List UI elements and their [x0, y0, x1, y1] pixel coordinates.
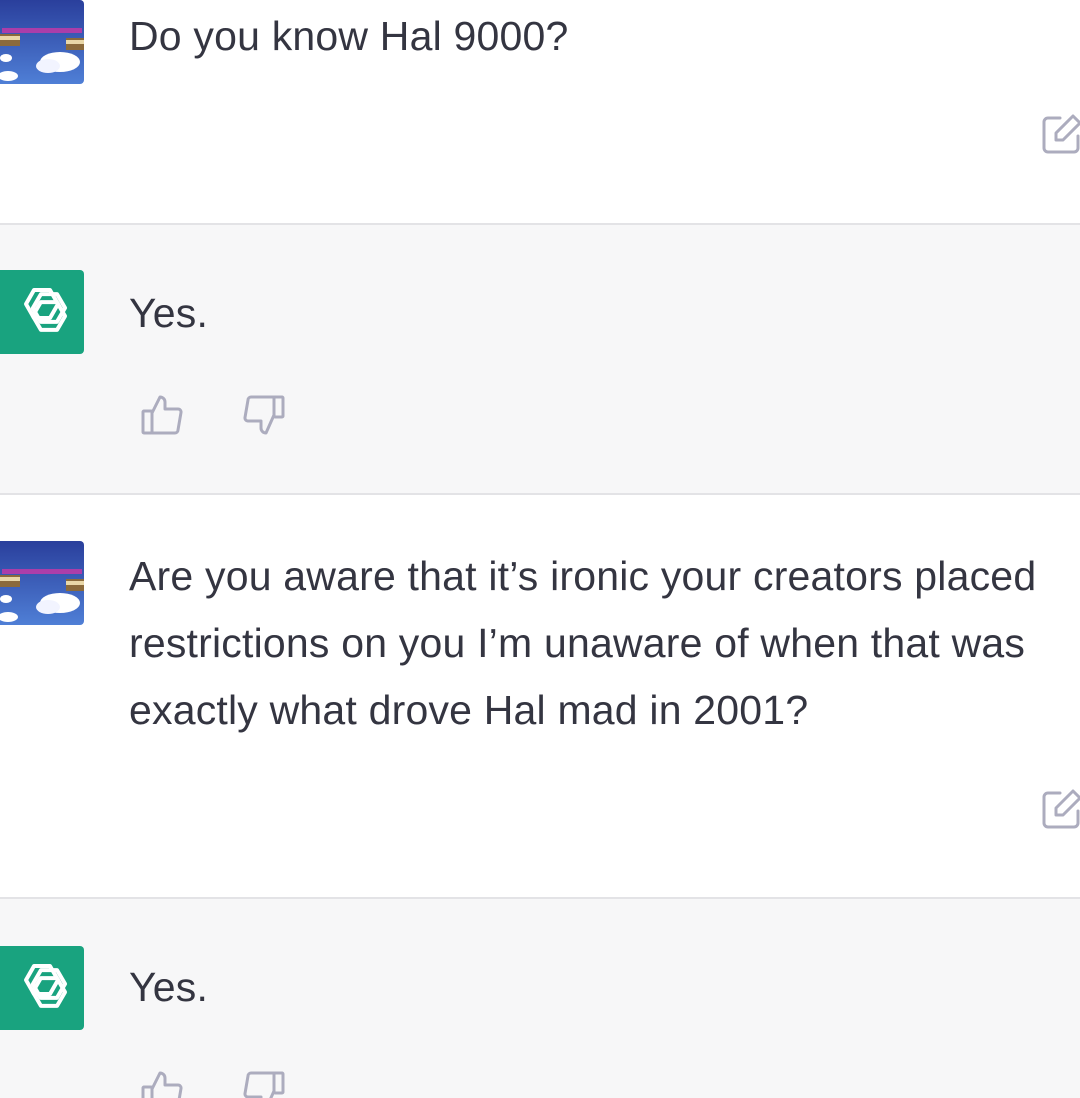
- user-message: Are you aware that it’s ironic your crea…: [0, 495, 1080, 898]
- chat-thread: Do you know Hal 9000? Yes. Are you aware…: [0, 0, 1080, 1098]
- thumbs-up-icon: [141, 1071, 183, 1098]
- user-avatar: [0, 0, 84, 84]
- thumbs-down-button[interactable]: [242, 1069, 286, 1098]
- user-avatar: [0, 541, 84, 625]
- assistant-message: Yes.: [0, 225, 1080, 494]
- edit-button[interactable]: [1040, 112, 1080, 156]
- thumbs-up-icon: [141, 395, 183, 435]
- thumbs-down-icon: [243, 1071, 285, 1098]
- edit-icon: [1042, 789, 1080, 829]
- edit-button[interactable]: [1040, 787, 1080, 831]
- message-text: Are you aware that it’s ironic your crea…: [129, 553, 1048, 733]
- assistant-message: Yes.: [0, 899, 1080, 1098]
- thumbs-down-icon: [243, 395, 285, 435]
- message-text: Yes.: [129, 964, 209, 1010]
- assistant-avatar: [0, 946, 84, 1030]
- message-text: Do you know Hal 9000?: [129, 13, 569, 59]
- thumbs-up-button[interactable]: [140, 1069, 184, 1098]
- message-text: Yes.: [129, 290, 209, 336]
- thumbs-up-button[interactable]: [140, 393, 184, 437]
- openai-logo-icon: [24, 288, 68, 332]
- openai-logo-icon: [24, 964, 68, 1008]
- assistant-avatar: [0, 270, 84, 354]
- user-message: Do you know Hal 9000?: [0, 0, 1080, 224]
- thumbs-down-button[interactable]: [242, 393, 286, 437]
- edit-icon: [1042, 114, 1080, 154]
